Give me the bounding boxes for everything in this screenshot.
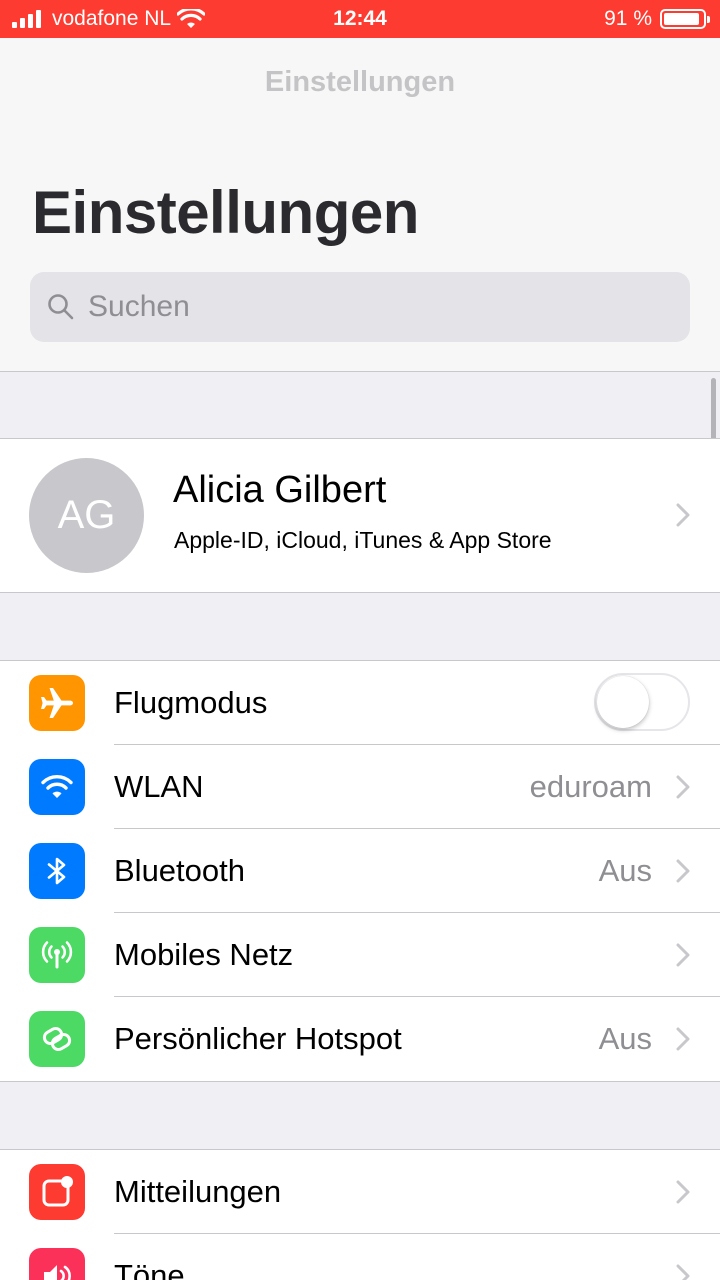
search-input[interactable] (88, 290, 648, 324)
row-label: WLAN (114, 769, 204, 804)
notifications-icon (29, 1164, 85, 1220)
settings-row-wlan[interactable]: WLAN eduroam (0, 745, 720, 829)
chevron-right-icon (676, 775, 690, 799)
wifi-status-icon (177, 9, 206, 28)
page-title: Einstellungen (32, 179, 419, 246)
airplane-icon (29, 675, 85, 731)
battery-icon (660, 9, 710, 29)
settings-row-bluetooth[interactable]: Bluetooth Aus (0, 829, 720, 913)
connectivity-group: Flugmodus WLAN eduroam Bluetooth Aus Mob… (0, 660, 720, 1082)
row-label: Flugmodus (114, 685, 268, 720)
settings-header: Einstellungen Einstellungen (0, 38, 720, 372)
chevron-right-icon (676, 1264, 690, 1280)
cellular-icon (29, 927, 85, 983)
hotspot-icon (29, 1011, 85, 1067)
battery-level (664, 13, 699, 25)
profile-name: Alicia Gilbert (173, 469, 387, 511)
bluetooth-icon (29, 843, 85, 899)
row-label: Mobiles Netz (114, 937, 294, 972)
status-left: vodafone NL (12, 0, 206, 38)
toggle-knob (597, 676, 649, 728)
avatar: AG (29, 458, 144, 573)
row-label: Bluetooth (114, 853, 245, 888)
signal-icon (12, 10, 41, 28)
profile-subtitle: Apple-ID, iCloud, iTunes & App Store (174, 527, 552, 553)
search-icon (48, 294, 74, 320)
chevron-right-icon (676, 943, 690, 967)
nav-title: Einstellungen (264, 66, 456, 98)
settings-row-mobiles-netz[interactable]: Mobiles Netz (0, 913, 720, 997)
chevron-right-icon (676, 1027, 690, 1051)
row-label: Mitteilungen (114, 1174, 282, 1209)
row-value: eduroam (529, 769, 652, 804)
settings-row-mitteilungen[interactable]: Mitteilungen (0, 1150, 720, 1234)
chevron-right-icon (676, 859, 690, 883)
row-label: Persönlicher Hotspot (114, 1021, 402, 1056)
apple-id-profile-row[interactable]: AG Alicia Gilbert Apple-ID, iCloud, iTun… (0, 438, 720, 593)
wifi-icon (29, 759, 85, 815)
search-bar[interactable] (30, 272, 690, 342)
notifications-group: Mitteilungen Töne (0, 1149, 720, 1280)
row-value: Aus (598, 853, 652, 888)
status-right: 91 % (604, 0, 710, 38)
airplane-mode-toggle[interactable] (594, 673, 690, 731)
row-value: Aus (598, 1021, 652, 1056)
settings-row-hotspot[interactable]: Persönlicher Hotspot Aus (0, 997, 720, 1081)
sounds-icon (29, 1248, 85, 1280)
settings-row-flugmodus: Flugmodus (0, 661, 720, 745)
chevron-right-icon (676, 503, 690, 527)
battery-percent: 91 % (604, 7, 652, 30)
chevron-right-icon (676, 1180, 690, 1204)
carrier-name: vodafone NL (52, 7, 172, 30)
row-label: Töne (114, 1258, 185, 1280)
status-bar: vodafone NL 12:44 91 % (0, 0, 720, 38)
settings-row-toene[interactable]: Töne (0, 1234, 720, 1280)
